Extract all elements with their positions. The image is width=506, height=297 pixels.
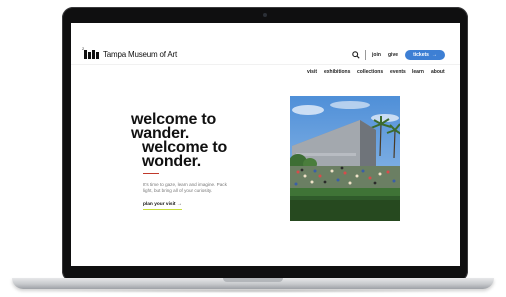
museum-logo-text[interactable]: Tampa Museum of Art [103,50,177,59]
join-link[interactable]: join [372,52,381,58]
plan-visit-label: plan your visit [143,202,176,207]
headline-line: wonder. [142,153,202,170]
nav-item-collections[interactable]: collections [357,69,383,75]
laptop-base-notch [223,278,283,282]
arrow-right-icon: → [176,202,182,207]
plan-visit-link[interactable]: plan your visit → [143,202,182,210]
nav-item-learn[interactable]: learn [412,69,424,75]
tickets-label: tickets [413,52,429,58]
search-icon[interactable] [352,51,360,59]
intro-text: light, but bring all of your curiosity. [143,188,213,193]
museum-logo-mark[interactable] [84,50,99,59]
webcam-dot [263,13,267,17]
nav-item-events[interactable]: events [390,69,406,75]
laptop-shadow [30,289,476,293]
museum-hero-image [290,96,400,221]
accent-line [143,173,159,174]
nav-item-visit[interactable]: visit [307,69,317,75]
arrow-right-icon: → [431,52,437,58]
nav-item-about[interactable]: about [431,69,445,75]
give-link[interactable]: give [388,52,398,58]
laptop-screen: 2 Tampa Museum of Art join give tickets … [71,23,460,266]
header-divider [365,50,366,60]
nav-item-exhibitions[interactable]: exhibitions [324,69,350,75]
tickets-button[interactable]: tickets → [405,50,445,60]
header-rule [71,64,460,65]
